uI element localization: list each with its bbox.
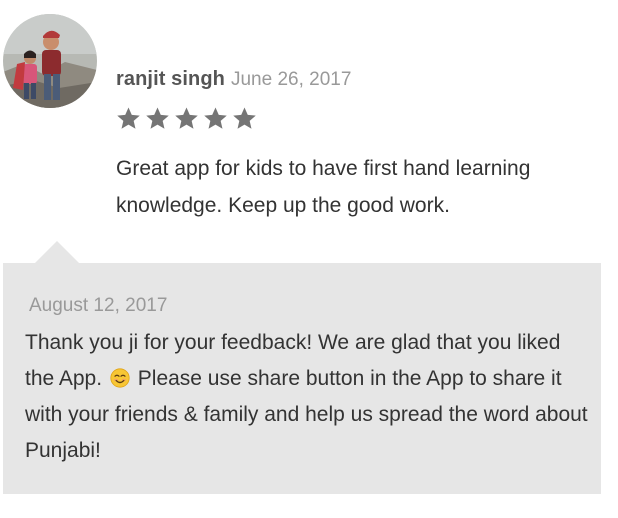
star-icon	[233, 107, 256, 129]
star-rating	[115, 105, 258, 132]
star-icon	[146, 107, 169, 129]
avatar[interactable]	[3, 14, 97, 108]
reply-text: Thank you ji for your feedback! We are g…	[25, 325, 595, 469]
star-icon	[204, 107, 227, 129]
review-text: Great app for kids to have first hand le…	[116, 157, 531, 217]
review-card: ranjit singh June 26, 2017 Great app for …	[0, 0, 618, 262]
developer-reply: August 12, 2017 Thank you ji for your fe…	[3, 241, 601, 494]
reply-pointer	[35, 241, 79, 263]
smiling-face-emoji-icon	[110, 368, 130, 388]
author-name[interactable]: ranjit singh	[116, 68, 225, 90]
star-icon	[175, 107, 198, 129]
star-icon	[117, 107, 140, 129]
avatar-photo	[3, 14, 97, 108]
review-header: ranjit singh June 26, 2017	[116, 66, 351, 94]
review-date: June 26, 2017	[230, 69, 352, 90]
reply-date: August 12, 2017	[29, 295, 168, 316]
